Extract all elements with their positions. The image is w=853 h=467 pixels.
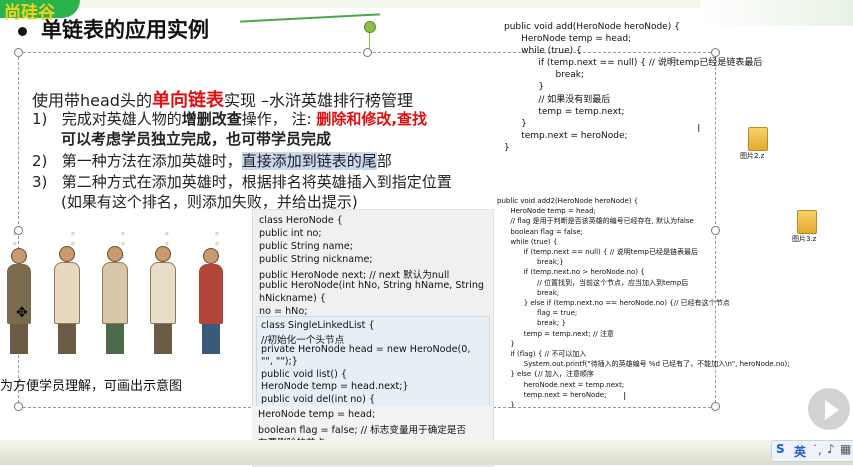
heroes-illustration: ◦◦ ◦◦ ◦◦ ◦◦ ◦◦ ◦◦ ◦◦ ◦◦ ◦◦ ◦◦ [0, 226, 245, 354]
hero-figure [100, 246, 130, 354]
step-1: 1) 完成对英雄人物的增删改查操作， 注: 删除和修改,查找 [32, 108, 427, 129]
step-1-line2: 可以考虑学员独立完成，也可带学员完成 [61, 130, 332, 148]
accent-line [240, 13, 380, 23]
code-line: HeroNode temp = head; [258, 409, 376, 420]
step-2-text-a: 第一种方法在添加英雄时， [61, 152, 242, 170]
taskbar [0, 440, 853, 465]
resize-handle-n[interactable] [363, 48, 372, 57]
code-add2-method: public void add2(HeroNode heroNode) { He… [497, 197, 790, 410]
code-line: boolean flag = false; // 标志变量用于确定是否 [258, 425, 467, 436]
code-line: public HeroNode(int hNo, String hName, S… [259, 280, 484, 291]
code-line: public void list() { [261, 369, 347, 380]
play-icon[interactable] [825, 400, 839, 420]
step-2-text-c: 部 [376, 152, 392, 170]
code-line: public HeroNode next; // next 默认为null [259, 270, 450, 281]
folder-icon[interactable] [797, 210, 817, 234]
text-cursor-icon: I [623, 390, 627, 403]
resize-handle-nw[interactable] [14, 48, 23, 57]
ime-punct-icon[interactable]: ˙, [812, 443, 822, 457]
folder-label-1[interactable]: 图片2.z [740, 151, 764, 161]
ime-mic-icon[interactable]: ♪ [827, 442, 835, 456]
step-3-text-a: 第二种方式在添加英雄时，根据排名将英雄插入到指定位置 [61, 173, 452, 191]
move-cursor-icon: ✥ [16, 305, 28, 321]
code-line: private HeroNode head = new HeroNode(0, [261, 344, 471, 355]
step-3: 3) 第二种方式在添加英雄时，根据排名将英雄插入到指定位置 [32, 171, 452, 192]
code-line: hNickname) { [259, 293, 326, 304]
text-cursor-icon: I [697, 122, 701, 135]
code-line: class SingleLinkedList { [261, 320, 375, 331]
resize-handle-sw[interactable] [14, 402, 23, 411]
code-line: class HeroNode { [259, 215, 343, 226]
step-2-highlight[interactable]: 直接添加到链表的尾 [241, 152, 377, 170]
code-line: "", "");} [261, 356, 298, 367]
ime-logo-icon: S [776, 442, 785, 456]
step-1-red: 删除和修改,查找 [316, 110, 428, 128]
rotate-handle-stem [369, 32, 370, 50]
step-1-num: 1) [32, 110, 48, 128]
bullet-icon [18, 26, 27, 36]
folder-label-2[interactable]: 图片3.z [792, 234, 816, 244]
code-line: public void del(int no) { [261, 394, 376, 405]
step-1-text-c: 操作， 注: [241, 110, 317, 128]
hero-figure [4, 248, 34, 354]
ime-toolbar[interactable]: S 英 ˙, ♪ ▦ [771, 440, 853, 462]
ime-language-toggle[interactable]: 英 [794, 443, 806, 460]
step-1-text-a: 完成对英雄人物的 [61, 110, 182, 128]
folder-icon[interactable] [748, 127, 768, 151]
slide-title: 单链表的应用实例 [18, 14, 209, 44]
hero-figure [196, 248, 226, 354]
diagram-caption: 为方便学员理解，可画出示意图 [0, 379, 183, 394]
code-add-method: public void add(HeroNode heroNode) { Her… [504, 22, 763, 153]
code-singlelinkedlist-box: class SingleLinkedList { //初始化一个头节点 priv… [256, 316, 490, 408]
step-3-num: 3) [32, 173, 48, 191]
code-line: public String nickname; [259, 254, 373, 265]
step-2: 2) 第一种方法在添加英雄时，直接添加到链表的尾部 [32, 150, 392, 171]
rotate-handle[interactable] [364, 21, 376, 33]
step-2-num: 2) [32, 152, 48, 170]
ime-keyboard-icon[interactable]: ▦ [840, 442, 851, 456]
code-line: public int no; [259, 228, 322, 239]
hero-figure [52, 246, 82, 354]
code-line: public String name; [259, 241, 354, 252]
slide-title-text: 单链表的应用实例 [41, 18, 209, 42]
hero-figure [148, 246, 178, 354]
code-line: HeroNode temp = head.next;} [261, 381, 409, 392]
step-1-bold: 增删改查 [181, 110, 242, 128]
